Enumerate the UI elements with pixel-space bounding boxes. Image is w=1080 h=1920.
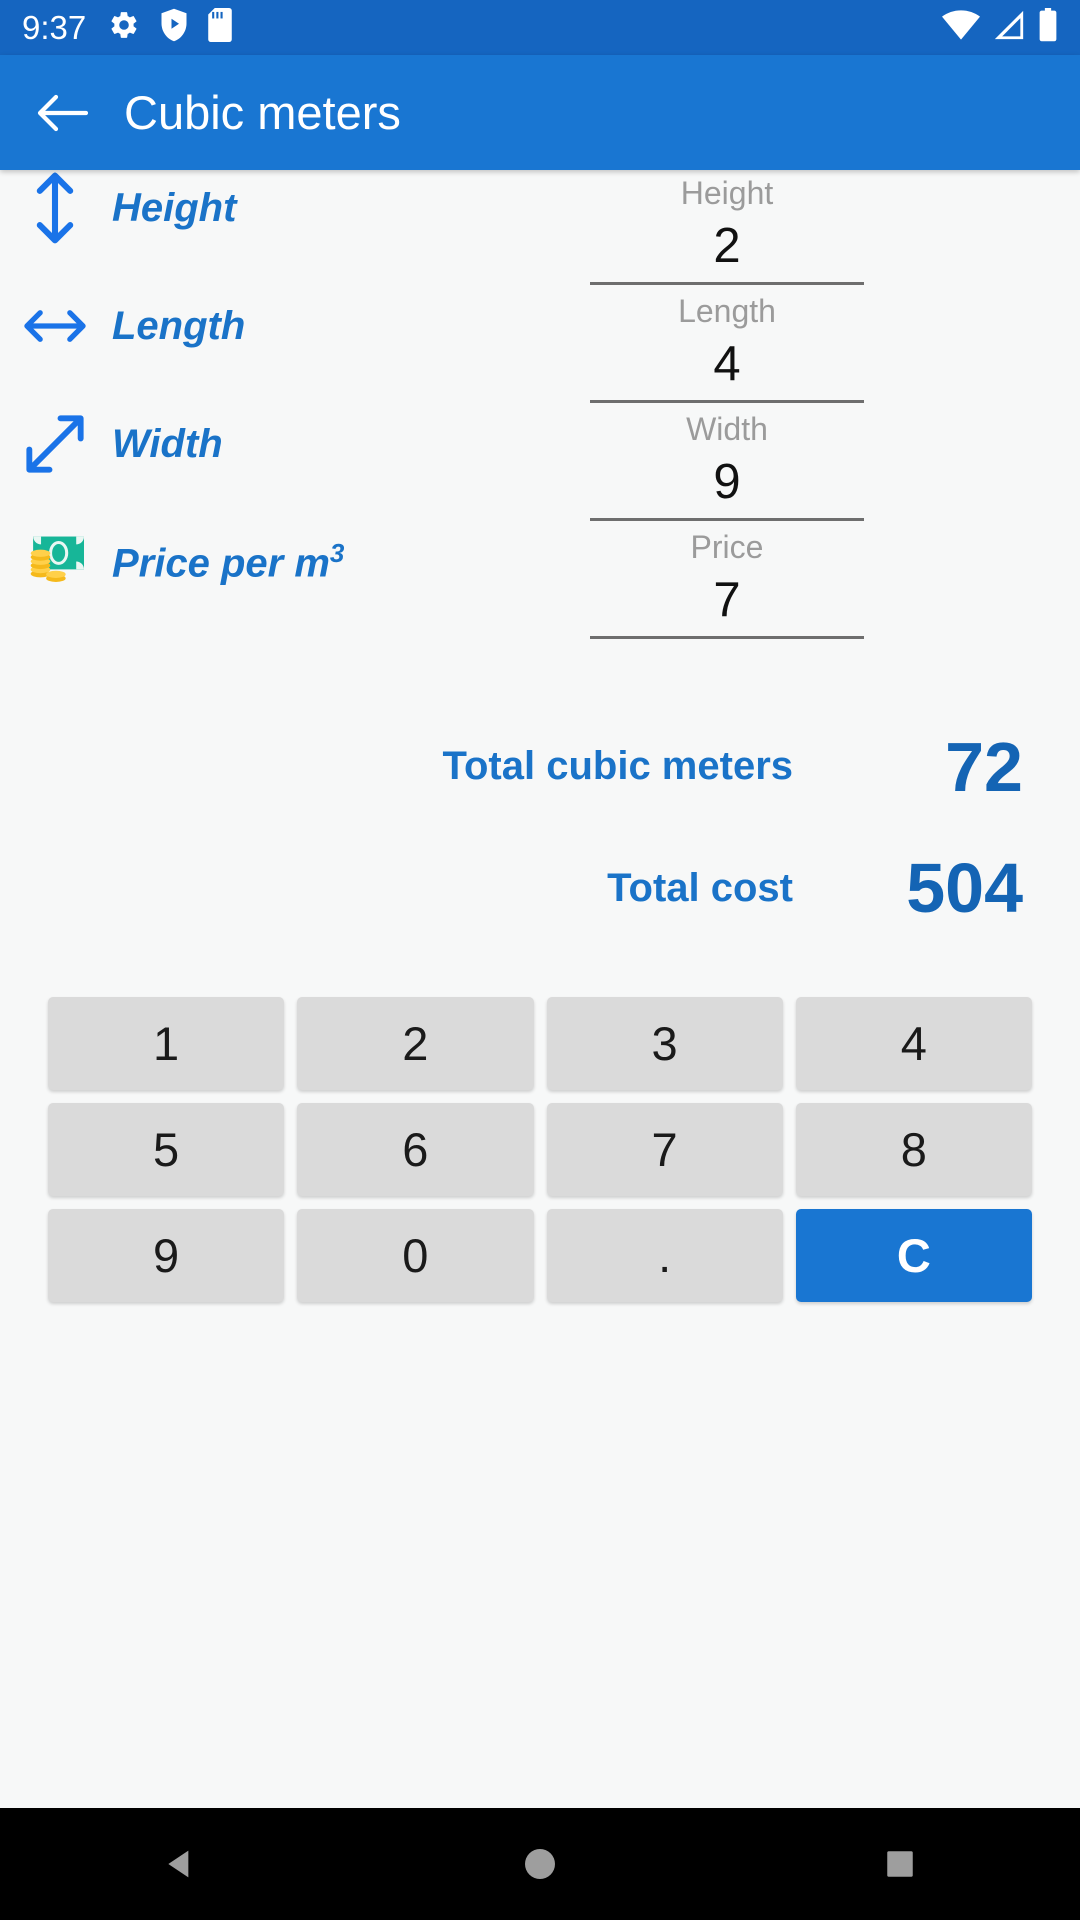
diagonal-double-arrow-icon <box>22 406 88 482</box>
key-clear[interactable]: C <box>795 1209 1032 1302</box>
input-underline-length: Length 4 <box>590 290 864 403</box>
key-1[interactable]: 1 <box>48 997 285 1090</box>
nav-back-button[interactable] <box>120 1808 240 1920</box>
gear-icon <box>108 9 140 46</box>
status-bar: 9:37 <box>0 0 1080 55</box>
input-hint-price: Price <box>690 529 764 565</box>
field-row-width: Width Width 9 <box>0 406 1080 524</box>
app-bar: Cubic meters <box>0 55 1080 170</box>
key-8[interactable]: 8 <box>795 1103 1032 1196</box>
field-row-price: Price per m3 Price 7 <box>0 524 1080 642</box>
input-value-length[interactable]: 4 <box>590 332 864 396</box>
input-hint-height: Height <box>680 175 774 211</box>
status-clock: 9:37 <box>22 8 87 46</box>
key-9[interactable]: 9 <box>48 1209 285 1302</box>
field-row-length: Length Length 4 <box>0 288 1080 406</box>
money-banknote-icon <box>22 524 88 600</box>
key-3[interactable]: 3 <box>546 997 783 1090</box>
nav-home-button[interactable] <box>480 1808 600 1920</box>
key-4[interactable]: 4 <box>795 997 1032 1090</box>
input-underline-price: Price 7 <box>590 526 864 639</box>
key-5[interactable]: 5 <box>48 1103 285 1196</box>
total-cost-label: Total cost <box>607 865 793 910</box>
cubic-superscript: 3 <box>329 537 345 568</box>
status-left-icons <box>108 8 233 47</box>
input-value-height[interactable]: 2 <box>590 214 864 278</box>
field-row-height: Height Height 2 <box>0 170 1080 288</box>
field-input-cell-price: Price 7 <box>590 524 1080 639</box>
total-cubic-meters-value: 72 <box>945 727 1023 806</box>
total-cost-value: 504 <box>906 849 1023 927</box>
field-label-price: Price per m3 <box>112 537 345 586</box>
key-6[interactable]: 6 <box>297 1103 534 1196</box>
key-2[interactable]: 2 <box>297 997 534 1090</box>
home-circle-icon <box>525 1849 555 1879</box>
input-hint-length: Length <box>678 293 776 329</box>
back-button[interactable] <box>30 81 94 145</box>
key-0[interactable]: 0 <box>297 1209 534 1302</box>
back-arrow-icon <box>37 94 88 131</box>
total-cubic-meters-row: Total cubic meters 72 <box>0 704 1080 829</box>
field-label-cell-price: Price per m3 <box>0 524 590 600</box>
input-hint-width: Width <box>686 411 768 447</box>
back-triangle-icon <box>168 1850 189 1878</box>
input-underline-width: Width 9 <box>590 408 864 521</box>
sd-card-icon <box>208 8 233 47</box>
field-label-width: Width <box>112 421 223 466</box>
field-input-cell-height: Height 2 <box>590 170 1080 285</box>
main-content: Height Height 2 Length Length 4 Width Wi… <box>0 170 1080 1808</box>
field-label-length: Length <box>112 303 246 348</box>
nav-recents-button[interactable] <box>840 1808 960 1920</box>
field-label-height: Height <box>112 185 237 230</box>
horizontal-double-arrow-icon <box>22 288 88 364</box>
system-navigation-bar <box>0 1808 1080 1920</box>
key-decimal[interactable]: . <box>546 1209 783 1302</box>
total-cost-row: Total cost 504 <box>0 829 1080 947</box>
input-value-price[interactable]: 7 <box>590 568 864 632</box>
page-title: Cubic meters <box>124 86 401 139</box>
cell-signal-icon <box>992 10 1026 45</box>
field-label-cell-length: Length <box>0 288 590 364</box>
keypad-row: 5 6 7 8 <box>48 1103 1032 1196</box>
numeric-keypad: 1 2 3 4 5 6 7 8 9 0 . C <box>0 997 1080 1302</box>
app-screen: 9:37 Cubic meters Height Height 2 Length… <box>0 0 1080 1920</box>
total-cubic-meters-label: Total cubic meters <box>442 744 793 788</box>
battery-icon <box>1038 8 1058 47</box>
input-underline-height: Height 2 <box>590 172 864 285</box>
shield-play-icon <box>159 8 189 47</box>
input-value-width[interactable]: 9 <box>590 450 864 514</box>
field-label-cell-height: Height <box>0 170 590 246</box>
keypad-row: 9 0 . C <box>48 1209 1032 1302</box>
status-right-icons <box>942 8 1058 47</box>
vertical-double-arrow-icon <box>22 170 88 246</box>
field-label-cell-width: Width <box>0 406 590 482</box>
field-input-cell-length: Length 4 <box>590 288 1080 403</box>
recents-square-icon <box>887 1851 913 1877</box>
field-input-cell-width: Width 9 <box>590 406 1080 521</box>
wifi-icon <box>942 10 980 45</box>
keypad-row: 1 2 3 4 <box>48 997 1032 1090</box>
key-7[interactable]: 7 <box>546 1103 783 1196</box>
